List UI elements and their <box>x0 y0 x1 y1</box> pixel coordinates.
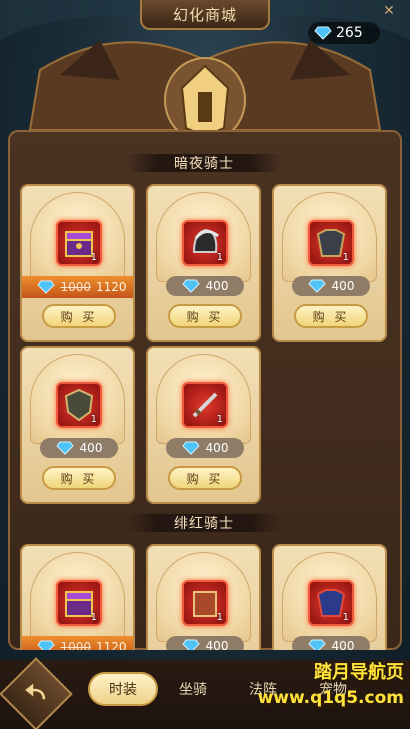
buy-button[interactable]: 购 买 <box>294 304 368 328</box>
gem-icon <box>55 441 74 455</box>
shop-item-card[interactable]: 1 400 购 买 <box>20 346 135 504</box>
dark-armor-icon: 1 <box>308 220 354 266</box>
scroll-icon: 1 <box>182 580 228 626</box>
original-price: 1000 <box>60 280 91 294</box>
shop-item-card[interactable]: 1 400 购 买 <box>272 184 387 342</box>
shop-title: 幻化商城 <box>172 5 237 24</box>
shop-title-plate: 幻化商城 <box>140 0 270 30</box>
watermark-url: www.q1q5.com <box>257 688 404 708</box>
treasure-chest-icon: 1 <box>56 220 102 266</box>
treasure-chest-icon: 1 <box>56 580 102 626</box>
shop-item-list[interactable]: 暗夜骑士 1 1000 1120 购 买 1 400 购 买 1 400 购 买… <box>8 130 402 650</box>
close-icon[interactable]: ✕ <box>378 0 400 22</box>
section-title-dark-knight: 暗夜骑士 <box>126 150 282 176</box>
item-quantity: 1 <box>90 612 97 623</box>
item-quantity: 1 <box>216 612 223 623</box>
gem-icon <box>37 280 56 294</box>
price-pill: 400 <box>292 276 370 296</box>
price-pill: 400 <box>166 276 244 296</box>
site-watermark: 踏月导航页 www.q1q5.com <box>214 658 404 718</box>
section-title-crimson-knight: 绯红骑士 <box>126 510 282 536</box>
sword-icon: 1 <box>182 382 228 428</box>
buy-button[interactable]: 购 买 <box>168 304 242 328</box>
tab-fashion[interactable]: 时装 <box>88 672 158 706</box>
gem-count: 265 <box>336 25 363 41</box>
shield-icon: 1 <box>56 382 102 428</box>
item-quantity: 1 <box>90 414 97 425</box>
gem-icon <box>314 26 332 40</box>
shop-item-card[interactable]: 1 400 <box>272 544 387 650</box>
item-quantity: 1 <box>90 252 97 263</box>
buy-button[interactable]: 购 买 <box>42 466 116 490</box>
item-quantity: 1 <box>216 414 223 425</box>
sale-price-ribbon: 1000 1120 <box>22 276 133 298</box>
shop-item-card[interactable]: 1 400 <box>146 544 261 650</box>
shop-screen: 幻化商城 ✕ 265 暗夜骑士 1 1000 1120 购 买 1 400 购 … <box>0 0 410 729</box>
item-quantity: 1 <box>216 252 223 263</box>
shop-item-card[interactable]: 1 1000 1120 购 买 <box>20 184 135 342</box>
back-arrow-icon[interactable] <box>20 676 54 710</box>
shop-item-card[interactable]: 1 1000 1120 <box>20 544 135 650</box>
top-banner: 幻化商城 ✕ 265 <box>0 0 410 150</box>
red-armor-icon: 1 <box>308 580 354 626</box>
gem-icon <box>181 441 200 455</box>
buy-button[interactable]: 购 买 <box>168 466 242 490</box>
item-quantity: 1 <box>342 612 349 623</box>
item-quantity: 1 <box>342 252 349 263</box>
buy-button[interactable]: 购 买 <box>42 304 116 328</box>
shop-item-card[interactable]: 1 400 购 买 <box>146 184 261 342</box>
watermark-title: 踏月导航页 <box>314 662 404 683</box>
sale-price: 1120 <box>96 280 127 294</box>
gem-icon <box>181 279 200 293</box>
shop-item-card[interactable]: 1 400 购 买 <box>146 346 261 504</box>
dark-helmet-icon: 1 <box>182 220 228 266</box>
gem-icon <box>307 279 326 293</box>
price-pill: 400 <box>166 438 244 458</box>
price-pill: 400 <box>40 438 118 458</box>
